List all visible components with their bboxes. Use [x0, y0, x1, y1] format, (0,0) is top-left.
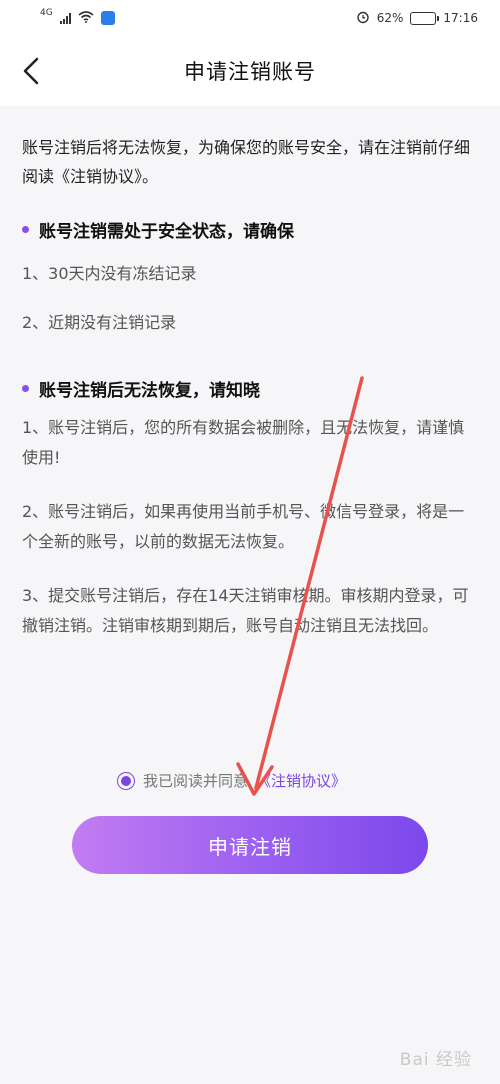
chevron-left-icon — [23, 57, 39, 85]
page-title: 申请注销账号 — [184, 60, 316, 84]
status-right: 62% 17:16 — [356, 10, 478, 27]
signal-icon — [59, 12, 71, 24]
section-heading: 账号注销后无法恢复，请知晓 — [22, 376, 478, 401]
agreement-row: 我已阅读并同意 《注销协议》 — [117, 770, 346, 791]
section-heading-text: 账号注销后无法恢复，请知晓 — [39, 381, 260, 401]
list-item: 1、账号注销后，您的所有数据会被删除，且无法恢复，请谨慎使用! — [22, 418, 465, 467]
nav-header: 申请注销账号 — [0, 36, 500, 106]
list-item: 2、账号注销后，如果再使用当前手机号、微信号登录，将是一个全新的账号，以前的数据… — [22, 502, 465, 551]
agreement-link[interactable]: 《注销协议》 — [256, 770, 346, 791]
bullet-dot-icon — [22, 385, 29, 392]
network-type: 4G — [40, 8, 53, 18]
intro-text: 账号注销后将无法恢复，为确保您的账号安全，请在注销前仔细阅读《注销协议》。 — [22, 138, 471, 186]
section-heading: 账号注销需处于安全状态，请确保 — [22, 217, 478, 242]
apply-cancel-button[interactable]: 申请注销 — [72, 816, 428, 874]
security-app-icon — [100, 11, 115, 25]
watermark-logo: Bai 经验 — [399, 1050, 472, 1070]
back-button[interactable] — [14, 54, 48, 88]
main-content: 账号注销后将无法恢复，为确保您的账号安全，请在注销前仔细阅读《注销协议》。 账号… — [0, 106, 500, 641]
status-bar: 4G 62% 17:16 — [0, 0, 500, 36]
alarm-icon — [356, 10, 370, 27]
bullet-dot-icon — [22, 226, 29, 233]
wifi-icon — [78, 10, 94, 26]
section-heading-text: 账号注销需处于安全状态，请确保 — [39, 222, 294, 242]
agreement-text: 我已阅读并同意 — [143, 772, 249, 790]
status-left: 4G — [40, 8, 115, 26]
radio-checked-dot — [121, 775, 131, 786]
battery-icon — [410, 11, 440, 25]
list-item: 2、近期没有注销记录 — [22, 313, 177, 332]
list-item: 1、30天内没有冻结记录 — [22, 264, 197, 283]
battery-percent: 62% — [376, 11, 404, 25]
clock: 17:16 — [443, 11, 478, 25]
list-item: 3、提交账号注销后，存在14天注销审核期。审核期内登录，可撤销注销。注销审核期到… — [22, 586, 469, 635]
agree-radio[interactable] — [117, 771, 135, 790]
